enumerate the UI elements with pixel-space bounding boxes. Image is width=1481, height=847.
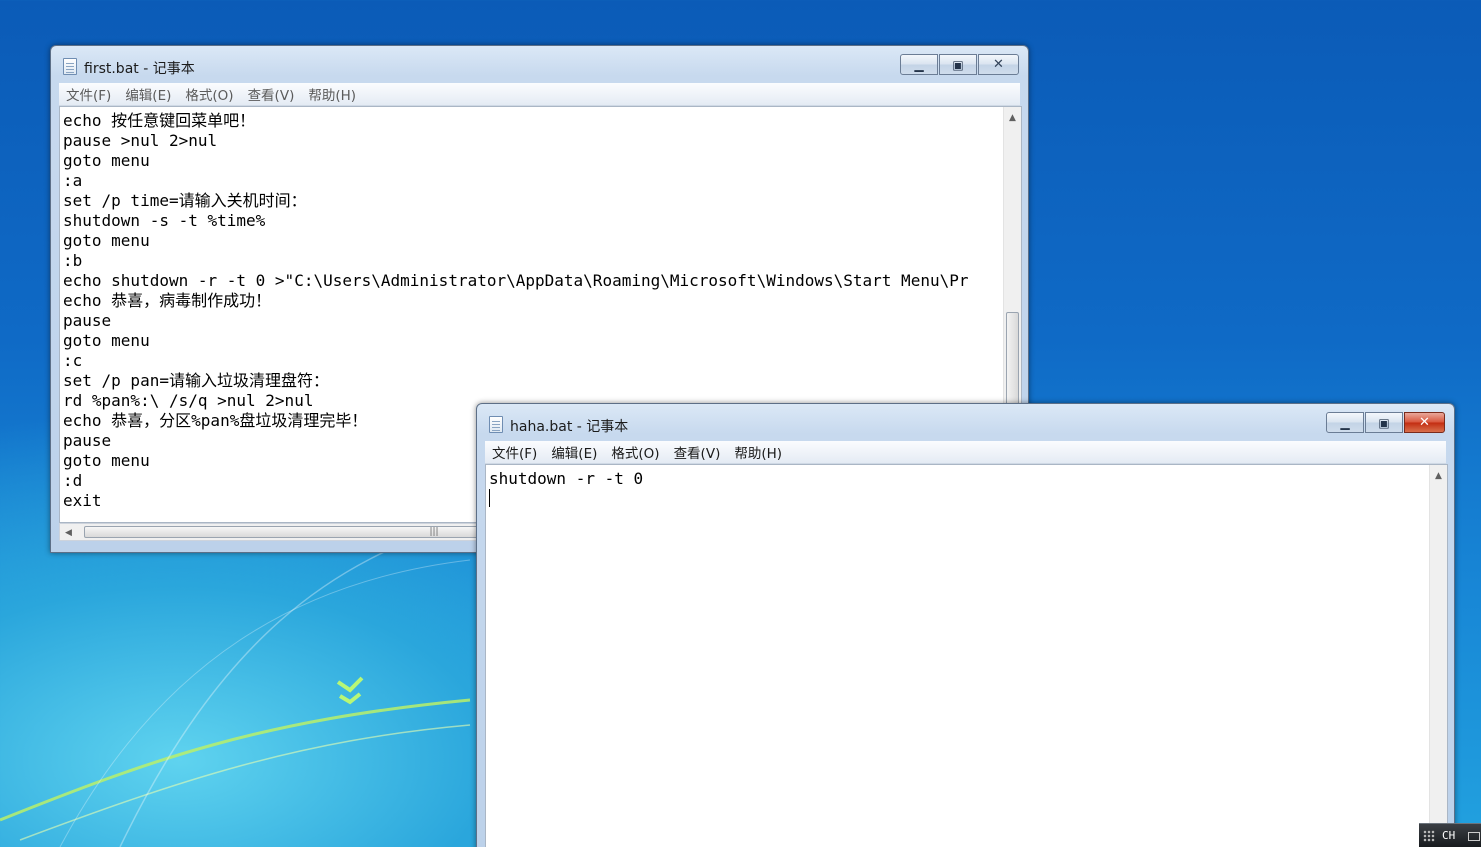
scroll-left-arrow-icon[interactable]: ◀ (60, 524, 77, 541)
scroll-thumb[interactable] (1006, 312, 1019, 407)
menu-view[interactable]: 查看(V) (667, 442, 728, 462)
menu-help[interactable]: 帮助(H) (727, 442, 789, 462)
text-line: echo 恭喜，病毒制作成功！ (63, 291, 272, 310)
close-button[interactable]: ✕ (1404, 412, 1445, 433)
text-line: goto menu (63, 151, 150, 170)
text-line: :b (63, 251, 83, 270)
notepad-icon (63, 58, 77, 75)
notepad-window-haha[interactable]: haha.bat - 记事本 ▁ ▣ ✕ 文件(F) 编辑(E) 格式(O) 查… (476, 403, 1455, 847)
menu-format[interactable]: 格式(O) (178, 84, 240, 104)
text-line: :c (63, 351, 83, 370)
text-line: set /p time=请输入关机时间： (63, 191, 307, 210)
maximize-button[interactable]: ▣ (1365, 412, 1403, 433)
title-bar[interactable]: first.bat - 记事本 ▁ ▣ ✕ (51, 46, 1028, 82)
text-line: goto menu (63, 231, 150, 250)
text-line: pause (63, 311, 112, 330)
text-line: echo shutdown -r -t 0 >"C:\Users\Adminis… (63, 271, 969, 290)
menu-bar: 文件(F) 编辑(E) 格式(O) 查看(V) 帮助(H) (485, 441, 1446, 464)
vertical-scrollbar[interactable]: ▲ (1429, 465, 1447, 847)
menu-edit[interactable]: 编辑(E) (544, 442, 604, 462)
scroll-up-arrow-icon[interactable]: ▲ (1430, 467, 1447, 484)
minimize-button[interactable]: ▁ (1326, 412, 1364, 433)
text-line: set /p pan=请输入垃圾清理盘符： (63, 371, 329, 390)
notepad-icon (489, 416, 503, 433)
text-line: goto menu (63, 331, 150, 350)
close-button[interactable]: ✕ (978, 54, 1019, 75)
menu-file[interactable]: 文件(F) (59, 84, 118, 104)
menu-bar: 文件(F) 编辑(E) 格式(O) 查看(V) 帮助(H) (59, 83, 1020, 106)
menu-format[interactable]: 格式(O) (604, 442, 666, 462)
text-line (489, 489, 1447, 509)
text-line: pause >nul 2>nul (63, 131, 218, 150)
menu-help[interactable]: 帮助(H) (301, 84, 363, 104)
minimize-button[interactable]: ▁ (900, 54, 938, 75)
input-language-label[interactable]: CH (1442, 829, 1455, 842)
text-line: shutdown -s -t %time% (63, 211, 266, 230)
text-line: :a (63, 171, 83, 190)
text-editor[interactable]: shutdown -r -t 0 ▲ (485, 464, 1448, 847)
language-bar[interactable]: CH (1419, 823, 1481, 847)
title-bar[interactable]: haha.bat - 记事本 ▁ ▣ ✕ (477, 404, 1454, 440)
scroll-up-arrow-icon[interactable]: ▲ (1004, 109, 1021, 126)
menu-edit[interactable]: 编辑(E) (118, 84, 178, 104)
window-title: haha.bat - 记事本 (510, 419, 629, 435)
menu-view[interactable]: 查看(V) (241, 84, 302, 104)
text-cursor (489, 489, 490, 507)
menu-file[interactable]: 文件(F) (485, 442, 544, 462)
text-line: shutdown -r -t 0 (489, 469, 644, 488)
keyboard-icon[interactable] (1468, 832, 1480, 841)
window-title: first.bat - 记事本 (84, 61, 195, 77)
maximize-button[interactable]: ▣ (939, 54, 977, 75)
scroll-grip-icon: ||| (429, 527, 439, 537)
text-line: echo 按任意键回菜单吧！ (63, 111, 256, 130)
grip-icon (1423, 830, 1435, 842)
